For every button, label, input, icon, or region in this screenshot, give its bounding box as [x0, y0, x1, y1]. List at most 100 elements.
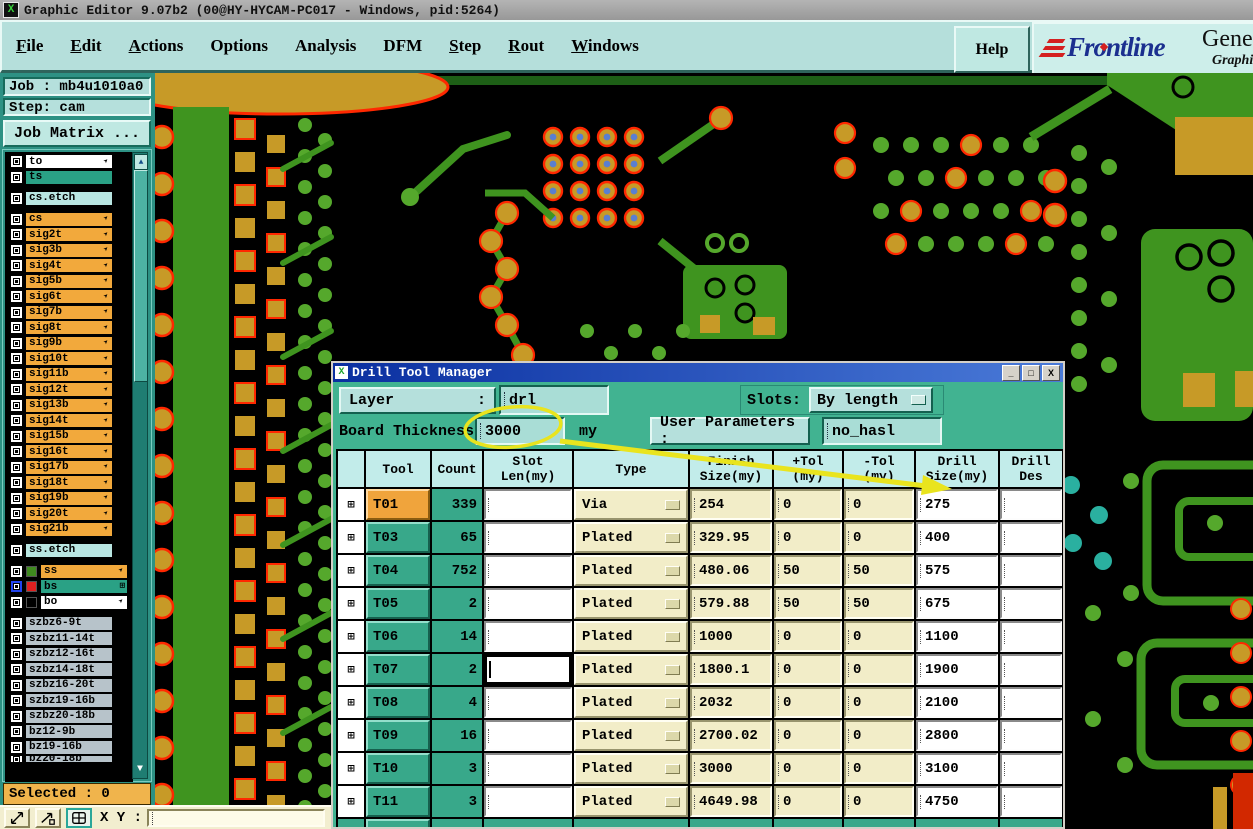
drill-des-input[interactable] — [1000, 588, 1062, 619]
drill-des-input[interactable] — [1000, 786, 1062, 817]
plus-tol-input[interactable]: 0 — [774, 687, 842, 718]
drill-des-input[interactable] — [1000, 489, 1062, 520]
slot-len-input[interactable] — [484, 555, 572, 586]
layer-checkbox[interactable] — [11, 741, 22, 753]
layer-item-cs.etch[interactable]: cs.etch — [26, 191, 112, 205]
type-dropdown[interactable]: Plated — [574, 522, 688, 553]
layer-item-sig14t[interactable]: sig14t ➤ — [26, 414, 112, 427]
layer-checkbox[interactable] — [11, 337, 22, 349]
row-handle[interactable]: ⊞ — [338, 654, 364, 685]
layer-checkbox[interactable] — [11, 756, 22, 762]
menu-actions[interactable]: Actions — [129, 36, 184, 56]
tool-button-t10[interactable]: T10 — [366, 753, 430, 784]
layer-checkbox[interactable] — [11, 648, 22, 660]
layer-checkbox[interactable] — [11, 156, 22, 167]
finish-size-input[interactable]: 254 — [690, 489, 772, 520]
drill-size-input[interactable]: 2800 — [916, 720, 998, 751]
layer-checkbox[interactable] — [11, 726, 22, 737]
minus-tol-input[interactable]: 0 — [844, 621, 914, 652]
slot-len-input[interactable] — [484, 588, 572, 619]
slot-len-input[interactable] — [484, 621, 572, 652]
drill-des-input[interactable] — [1000, 555, 1062, 586]
layer-item-sig3b[interactable]: sig3b ➤ — [26, 243, 112, 257]
slot-len-input[interactable] — [484, 753, 572, 784]
drill-size-input[interactable]: 675 — [916, 588, 998, 619]
tool-button-t01[interactable]: T01 — [366, 489, 430, 520]
layer-checkbox[interactable] — [11, 544, 22, 556]
xy-input[interactable] — [147, 809, 326, 827]
layer-input[interactable]: drl — [499, 385, 609, 415]
finish-size-input[interactable]: 2032 — [690, 687, 772, 718]
layer-item-cs[interactable]: cs ➤ — [26, 212, 112, 226]
layer-checkbox[interactable] — [11, 523, 22, 535]
layer-item-sig12t[interactable]: sig12t ➤ — [26, 383, 112, 396]
layer-item-sig6t[interactable]: sig6t ➤ — [26, 290, 112, 303]
layer-item-sig9b[interactable]: sig9b ➤ — [26, 336, 112, 350]
type-dropdown[interactable]: Plated — [574, 588, 688, 619]
layer-item-sig10t[interactable]: sig10t ➤ — [26, 352, 112, 365]
grid-toggle-button[interactable] — [66, 808, 92, 828]
type-dropdown[interactable]: Via — [574, 489, 688, 520]
plus-tol-input[interactable]: 0 — [774, 654, 842, 685]
board-thickness-input[interactable]: 3000 — [475, 417, 565, 445]
row-handle[interactable]: ⊞ — [338, 786, 364, 817]
row-handle[interactable]: ⊞ — [338, 588, 364, 619]
layer-field-label[interactable]: Layer : — [339, 387, 496, 414]
layer-checkbox[interactable] — [11, 461, 22, 473]
finish-size-input[interactable]: 1000 — [690, 621, 772, 652]
layer-item-to[interactable]: to ➤ — [26, 155, 112, 168]
slot-len-input[interactable] — [484, 654, 572, 685]
slot-len-input[interactable] — [484, 786, 572, 817]
minus-tol-input[interactable]: 0 — [844, 753, 914, 784]
layer-checkbox[interactable] — [11, 596, 22, 608]
layer-checkbox[interactable] — [11, 710, 22, 722]
layer-checkbox[interactable] — [11, 322, 22, 333]
layer-item-bs[interactable]: bs ⊞ — [41, 580, 127, 593]
row-handle[interactable]: ⊞ — [338, 522, 364, 553]
type-dropdown[interactable]: Plated — [574, 753, 688, 784]
pan-zoom-button[interactable] — [4, 808, 30, 828]
layer-checkbox[interactable] — [11, 275, 22, 287]
layer-checkbox[interactable] — [11, 679, 22, 691]
layer-item-bz12-9b[interactable]: bz12-9b — [26, 725, 112, 738]
layer-item-sig7b[interactable]: sig7b ➤ — [26, 305, 112, 319]
menu-analysis[interactable]: Analysis — [295, 36, 356, 56]
menu-options[interactable]: Options — [210, 36, 268, 56]
drill-size-input[interactable]: 1100 — [916, 621, 998, 652]
row-handle[interactable]: ⊞ — [338, 753, 364, 784]
layer-item-szbz6-9t[interactable]: szbz6-9t — [26, 616, 112, 630]
layer-checkbox[interactable] — [11, 415, 22, 426]
scroll-up-icon[interactable]: ▲ — [134, 154, 148, 170]
close-icon[interactable]: X — [1042, 364, 1060, 381]
row-handle[interactable]: ⊞ — [338, 621, 364, 652]
layer-checkbox[interactable] — [11, 384, 22, 395]
layer-checkbox[interactable] — [11, 633, 22, 644]
layer-item-sig11b[interactable]: sig11b ➤ — [26, 367, 112, 381]
minus-tol-input[interactable]: 0 — [844, 687, 914, 718]
layer-checkbox[interactable] — [11, 353, 22, 364]
layer-item-szbz16-20t[interactable]: szbz16-20t — [26, 678, 112, 692]
type-dropdown[interactable]: Plated — [574, 687, 688, 718]
minus-tol-input[interactable]: 0 — [844, 489, 914, 520]
tool-button-t04[interactable]: T04 — [366, 555, 430, 586]
maximize-icon[interactable]: □ — [1022, 364, 1040, 381]
drill-size-input[interactable]: 3100 — [916, 753, 998, 784]
layer-item-sig8t[interactable]: sig8t ➤ — [26, 321, 112, 334]
row-handle[interactable]: ⊞ — [338, 720, 364, 751]
drill-size-input[interactable]: 575 — [916, 555, 998, 586]
layer-checkbox[interactable] — [11, 508, 22, 519]
drill-des-input[interactable] — [1000, 522, 1062, 553]
drill-size-input[interactable]: 4750 — [916, 786, 998, 817]
scroll-down-icon[interactable]: ▼ — [134, 762, 146, 776]
type-dropdown[interactable]: Plated — [574, 786, 688, 817]
layer-checkbox[interactable] — [11, 171, 22, 183]
layer-scrollbar[interactable]: ▲ ▼ — [132, 152, 148, 779]
layer-item-sig4t[interactable]: sig4t ➤ — [26, 259, 112, 272]
row-handle[interactable]: ⊞ — [338, 555, 364, 586]
layer-item-sig21b[interactable]: sig21b ➤ — [26, 522, 112, 536]
layer-item-sig17b[interactable]: sig17b ➤ — [26, 460, 112, 474]
layer-item-sig2t[interactable]: sig2t ➤ — [26, 228, 112, 241]
tool-button-t05[interactable]: T05 — [366, 588, 430, 619]
plus-tol-input[interactable]: 0 — [774, 489, 842, 520]
layer-checkbox[interactable] — [11, 192, 22, 204]
